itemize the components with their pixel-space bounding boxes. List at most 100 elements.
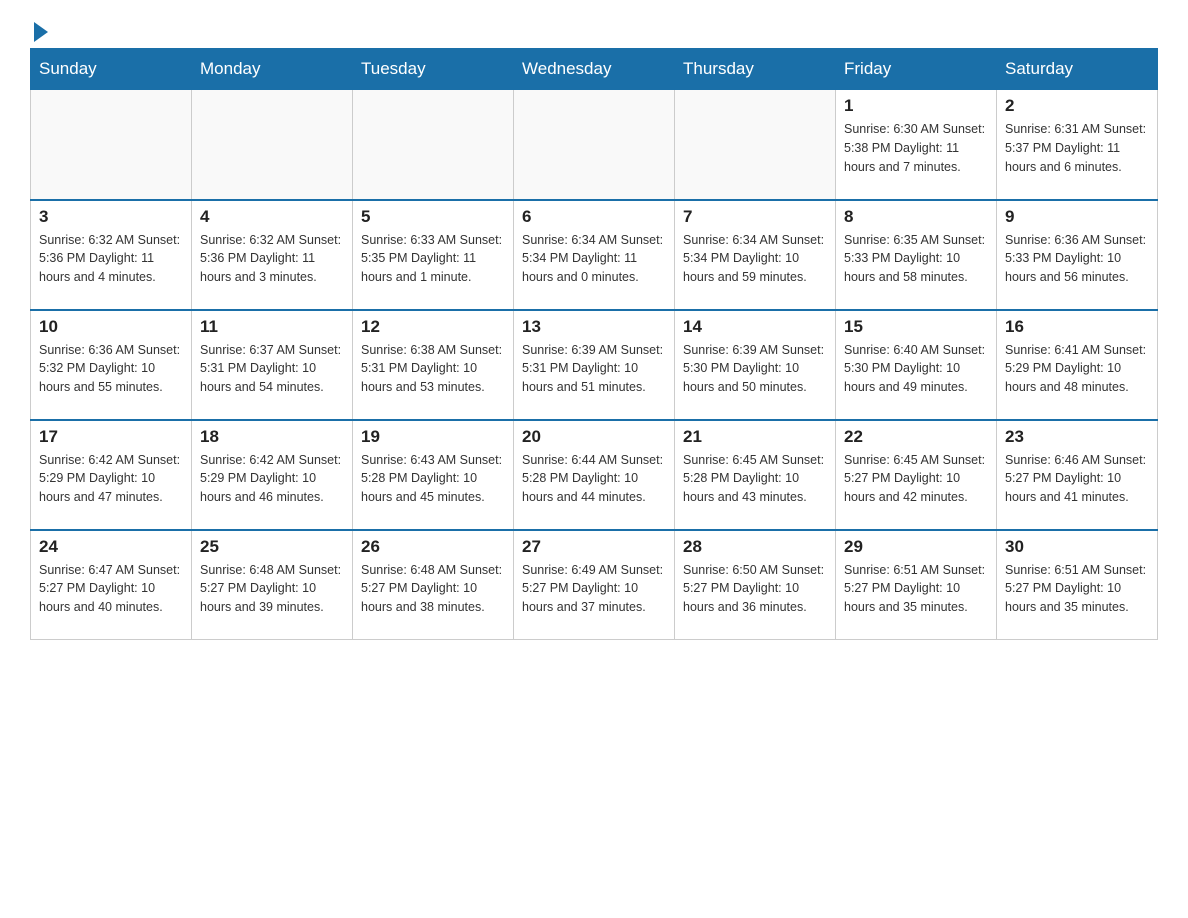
day-number: 17 [39, 427, 183, 447]
day-header-tuesday: Tuesday [353, 49, 514, 90]
day-info: Sunrise: 6:42 AM Sunset: 5:29 PM Dayligh… [200, 451, 344, 507]
day-number: 14 [683, 317, 827, 337]
day-number: 3 [39, 207, 183, 227]
calendar-cell: 26 Sunrise: 6:48 AM Sunset: 5:27 PM Dayli… [353, 530, 514, 640]
day-info: Sunrise: 6:48 AM Sunset: 5:27 PM Dayligh… [361, 561, 505, 617]
day-info: Sunrise: 6:45 AM Sunset: 5:27 PM Dayligh… [844, 451, 988, 507]
calendar-cell: 21 Sunrise: 6:45 AM Sunset: 5:28 PM Dayli… [675, 420, 836, 530]
day-info: Sunrise: 6:37 AM Sunset: 5:31 PM Dayligh… [200, 341, 344, 397]
day-number: 27 [522, 537, 666, 557]
calendar-week-row: 3 Sunrise: 6:32 AM Sunset: 5:36 PM Daylig… [31, 200, 1158, 310]
calendar-week-row: 1 Sunrise: 6:30 AM Sunset: 5:38 PM Daylig… [31, 90, 1158, 200]
day-info: Sunrise: 6:39 AM Sunset: 5:30 PM Dayligh… [683, 341, 827, 397]
calendar-table: SundayMondayTuesdayWednesdayThursdayFrid… [30, 48, 1158, 640]
calendar-cell: 23 Sunrise: 6:46 AM Sunset: 5:27 PM Dayli… [997, 420, 1158, 530]
day-info: Sunrise: 6:34 AM Sunset: 5:34 PM Dayligh… [683, 231, 827, 287]
day-info: Sunrise: 6:40 AM Sunset: 5:30 PM Dayligh… [844, 341, 988, 397]
day-number: 23 [1005, 427, 1149, 447]
calendar-cell: 7 Sunrise: 6:34 AM Sunset: 5:34 PM Daylig… [675, 200, 836, 310]
calendar-cell: 27 Sunrise: 6:49 AM Sunset: 5:27 PM Dayli… [514, 530, 675, 640]
calendar-cell [514, 90, 675, 200]
calendar-cell: 18 Sunrise: 6:42 AM Sunset: 5:29 PM Dayli… [192, 420, 353, 530]
calendar-cell: 15 Sunrise: 6:40 AM Sunset: 5:30 PM Dayli… [836, 310, 997, 420]
logo-arrow-icon [34, 22, 48, 42]
page-header [30, 20, 1158, 38]
day-info: Sunrise: 6:46 AM Sunset: 5:27 PM Dayligh… [1005, 451, 1149, 507]
day-info: Sunrise: 6:32 AM Sunset: 5:36 PM Dayligh… [200, 231, 344, 287]
day-number: 24 [39, 537, 183, 557]
logo [30, 20, 48, 38]
day-number: 7 [683, 207, 827, 227]
day-info: Sunrise: 6:36 AM Sunset: 5:32 PM Dayligh… [39, 341, 183, 397]
day-number: 19 [361, 427, 505, 447]
day-header-monday: Monday [192, 49, 353, 90]
calendar-cell: 2 Sunrise: 6:31 AM Sunset: 5:37 PM Daylig… [997, 90, 1158, 200]
calendar-cell: 8 Sunrise: 6:35 AM Sunset: 5:33 PM Daylig… [836, 200, 997, 310]
calendar-cell: 1 Sunrise: 6:30 AM Sunset: 5:38 PM Daylig… [836, 90, 997, 200]
day-number: 22 [844, 427, 988, 447]
calendar-cell: 11 Sunrise: 6:37 AM Sunset: 5:31 PM Dayli… [192, 310, 353, 420]
day-info: Sunrise: 6:30 AM Sunset: 5:38 PM Dayligh… [844, 120, 988, 176]
day-info: Sunrise: 6:50 AM Sunset: 5:27 PM Dayligh… [683, 561, 827, 617]
calendar-cell: 9 Sunrise: 6:36 AM Sunset: 5:33 PM Daylig… [997, 200, 1158, 310]
day-number: 12 [361, 317, 505, 337]
day-info: Sunrise: 6:51 AM Sunset: 5:27 PM Dayligh… [1005, 561, 1149, 617]
day-info: Sunrise: 6:35 AM Sunset: 5:33 PM Dayligh… [844, 231, 988, 287]
calendar-cell: 22 Sunrise: 6:45 AM Sunset: 5:27 PM Dayli… [836, 420, 997, 530]
day-header-friday: Friday [836, 49, 997, 90]
day-number: 21 [683, 427, 827, 447]
day-number: 9 [1005, 207, 1149, 227]
calendar-week-row: 17 Sunrise: 6:42 AM Sunset: 5:29 PM Dayli… [31, 420, 1158, 530]
calendar-cell: 30 Sunrise: 6:51 AM Sunset: 5:27 PM Dayli… [997, 530, 1158, 640]
day-number: 4 [200, 207, 344, 227]
day-number: 25 [200, 537, 344, 557]
calendar-week-row: 10 Sunrise: 6:36 AM Sunset: 5:32 PM Dayli… [31, 310, 1158, 420]
calendar-cell [192, 90, 353, 200]
calendar-cell: 25 Sunrise: 6:48 AM Sunset: 5:27 PM Dayli… [192, 530, 353, 640]
day-number: 29 [844, 537, 988, 557]
day-info: Sunrise: 6:45 AM Sunset: 5:28 PM Dayligh… [683, 451, 827, 507]
calendar-cell: 28Sunrise: 6:50 AM Sunset: 5:27 PM Dayli… [675, 530, 836, 640]
day-number: 10 [39, 317, 183, 337]
day-info: Sunrise: 6:36 AM Sunset: 5:33 PM Dayligh… [1005, 231, 1149, 287]
day-info: Sunrise: 6:48 AM Sunset: 5:27 PM Dayligh… [200, 561, 344, 617]
day-number: 5 [361, 207, 505, 227]
calendar-cell: 10 Sunrise: 6:36 AM Sunset: 5:32 PM Dayli… [31, 310, 192, 420]
day-number: 30 [1005, 537, 1149, 557]
day-info: Sunrise: 6:38 AM Sunset: 5:31 PM Dayligh… [361, 341, 505, 397]
calendar-cell: 19Sunrise: 6:43 AM Sunset: 5:28 PM Dayli… [353, 420, 514, 530]
calendar-cell: 17 Sunrise: 6:42 AM Sunset: 5:29 PM Dayli… [31, 420, 192, 530]
day-info: Sunrise: 6:44 AM Sunset: 5:28 PM Dayligh… [522, 451, 666, 507]
calendar-cell [31, 90, 192, 200]
day-number: 16 [1005, 317, 1149, 337]
day-info: Sunrise: 6:39 AM Sunset: 5:31 PM Dayligh… [522, 341, 666, 397]
day-number: 15 [844, 317, 988, 337]
day-header-sunday: Sunday [31, 49, 192, 90]
day-info: Sunrise: 6:32 AM Sunset: 5:36 PM Dayligh… [39, 231, 183, 287]
day-number: 8 [844, 207, 988, 227]
calendar-cell: 24Sunrise: 6:47 AM Sunset: 5:27 PM Dayli… [31, 530, 192, 640]
day-info: Sunrise: 6:42 AM Sunset: 5:29 PM Dayligh… [39, 451, 183, 507]
calendar-cell: 20Sunrise: 6:44 AM Sunset: 5:28 PM Dayli… [514, 420, 675, 530]
calendar-cell: 6Sunrise: 6:34 AM Sunset: 5:34 PM Daylig… [514, 200, 675, 310]
calendar-cell [675, 90, 836, 200]
day-number: 2 [1005, 96, 1149, 116]
day-info: Sunrise: 6:33 AM Sunset: 5:35 PM Dayligh… [361, 231, 505, 287]
day-number: 26 [361, 537, 505, 557]
calendar-cell: 13Sunrise: 6:39 AM Sunset: 5:31 PM Dayli… [514, 310, 675, 420]
day-info: Sunrise: 6:41 AM Sunset: 5:29 PM Dayligh… [1005, 341, 1149, 397]
day-info: Sunrise: 6:31 AM Sunset: 5:37 PM Dayligh… [1005, 120, 1149, 176]
day-info: Sunrise: 6:49 AM Sunset: 5:27 PM Dayligh… [522, 561, 666, 617]
day-info: Sunrise: 6:34 AM Sunset: 5:34 PM Dayligh… [522, 231, 666, 287]
calendar-cell: 5 Sunrise: 6:33 AM Sunset: 5:35 PM Daylig… [353, 200, 514, 310]
calendar-cell: 3 Sunrise: 6:32 AM Sunset: 5:36 PM Daylig… [31, 200, 192, 310]
day-number: 11 [200, 317, 344, 337]
calendar-cell: 29 Sunrise: 6:51 AM Sunset: 5:27 PM Dayli… [836, 530, 997, 640]
day-info: Sunrise: 6:51 AM Sunset: 5:27 PM Dayligh… [844, 561, 988, 617]
day-header-saturday: Saturday [997, 49, 1158, 90]
calendar-cell: 12 Sunrise: 6:38 AM Sunset: 5:31 PM Dayli… [353, 310, 514, 420]
day-number: 1 [844, 96, 988, 116]
day-number: 18 [200, 427, 344, 447]
calendar-cell: 16 Sunrise: 6:41 AM Sunset: 5:29 PM Dayli… [997, 310, 1158, 420]
calendar-cell [353, 90, 514, 200]
